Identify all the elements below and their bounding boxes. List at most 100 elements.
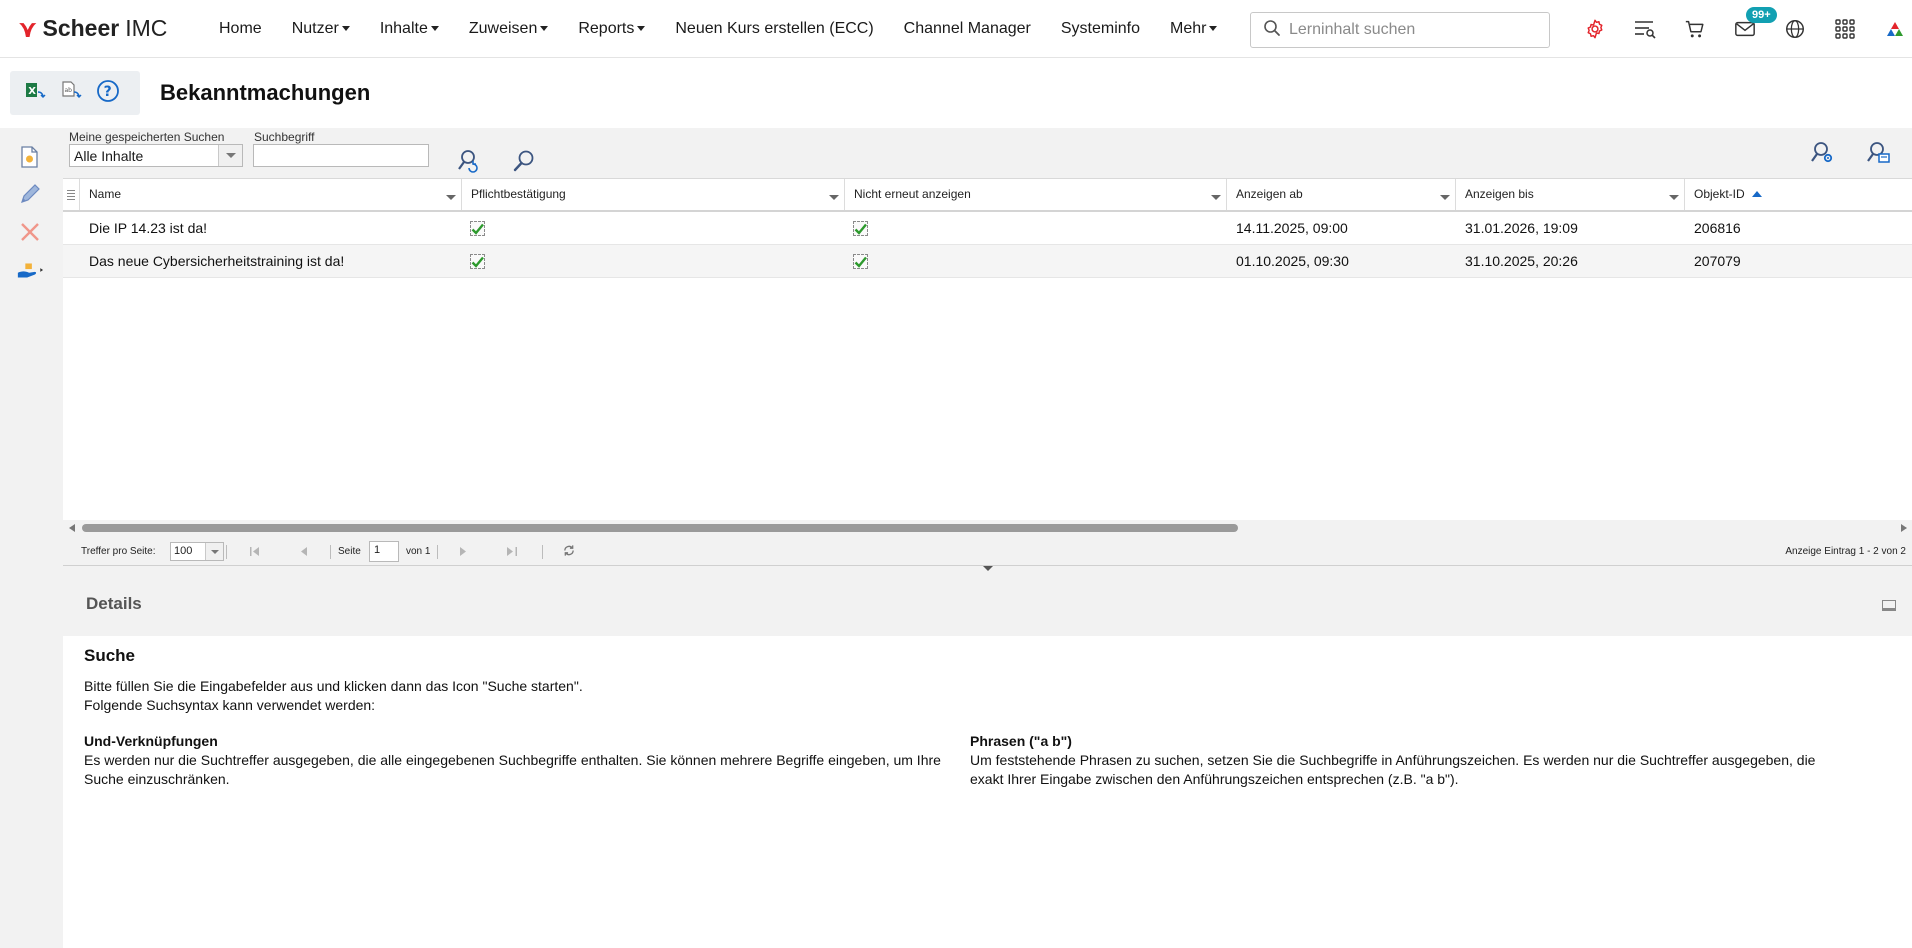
table-header: Name Pflichtbestätigung Nicht erneut anz… <box>63 179 1912 214</box>
search-input[interactable] <box>1289 21 1539 39</box>
column-header-nicht-erneut[interactable]: Nicht erneut anzeigen <box>845 179 1227 214</box>
svg-text:ab: ab <box>65 87 73 94</box>
assign-hand-icon[interactable] <box>16 256 44 284</box>
apps-grid-icon[interactable] <box>1820 12 1870 46</box>
search-term-label: Suchbegriff <box>254 130 315 144</box>
page-count-label: von 1 <box>406 546 431 557</box>
search-help-heading: Suche <box>84 646 136 665</box>
cell-anzeigen-ab: 14.11.2025, 09:00 <box>1236 220 1348 236</box>
content-search[interactable] <box>1250 12 1550 48</box>
header-tools: 99+ <box>1570 7 1912 46</box>
and-title: Und-Verknüpfungen <box>84 733 218 749</box>
column-header-anzeigen-bis[interactable]: Anzeigen bis <box>1456 179 1685 214</box>
phrase-text: Um feststehende Phrasen zu suchen, setze… <box>970 752 1816 787</box>
last-page-icon[interactable] <box>506 546 518 556</box>
svg-text:X: X <box>28 86 36 97</box>
top-navigation: ⋎ Scheer IMC Home Nutzer Inhalte Zuweise… <box>0 0 1912 58</box>
help-line: Folgende Suchsyntax kann verwendet werde… <box>84 697 376 713</box>
nav-channel-manager[interactable]: Channel Manager <box>889 20 1046 38</box>
scrollbar-thumb[interactable] <box>82 524 1238 532</box>
column-header-anzeigen-ab[interactable]: Anzeigen ab <box>1227 179 1456 214</box>
nav-systeminfo[interactable]: Systeminfo <box>1046 20 1155 38</box>
settings-gear-icon[interactable] <box>1570 12 1620 46</box>
saved-searches-select[interactable]: Alle Inhalte <box>69 144 243 167</box>
panel-splitter[interactable] <box>968 566 1008 574</box>
header-toolbar: X ab ? <box>10 71 140 115</box>
help-and-section: Und-Verknüpfungen Es werden nur die Such… <box>84 732 944 789</box>
reset-search-icon[interactable] <box>453 146 483 176</box>
action-sidebar <box>0 128 63 948</box>
help-icon[interactable]: ? <box>96 79 120 108</box>
first-page-icon[interactable] <box>249 546 261 556</box>
advanced-search-settings-icon[interactable] <box>1807 138 1837 168</box>
cell-anzeigen-ab: 01.10.2025, 09:30 <box>1236 253 1349 269</box>
dropdown-arrow-icon[interactable] <box>205 543 223 560</box>
nav-zuweisen[interactable]: Zuweisen <box>454 20 563 38</box>
saved-searches-label: Meine gespeicherten Suchen <box>69 130 225 144</box>
next-page-icon[interactable] <box>457 546 469 556</box>
scheer-logo-mark-icon: ⋎ <box>18 14 38 43</box>
entries-summary: Anzeige Eintrag 1 - 2 von 2 <box>1785 546 1906 557</box>
page-label: Seite <box>338 546 361 557</box>
edit-pencil-icon[interactable] <box>16 180 44 208</box>
main-menu: Home Nutzer Inhalte Zuweisen Reports Neu… <box>204 20 1232 38</box>
document-export-icon[interactable]: ab <box>60 80 82 107</box>
delete-icon[interactable] <box>16 218 44 246</box>
and-text: Es werden nur die Suchtreffer ausgegeben… <box>84 752 941 787</box>
excel-export-icon[interactable]: X <box>24 80 46 107</box>
minimize-panel-icon[interactable] <box>1882 600 1896 611</box>
cell-name: Die IP 14.23 ist da! <box>89 220 208 236</box>
scroll-left-arrow-icon[interactable] <box>69 524 75 532</box>
nav-reports[interactable]: Reports <box>563 20 660 38</box>
nav-nutzer[interactable]: Nutzer <box>277 20 365 38</box>
chevron-down-icon <box>341 26 350 31</box>
logo-brand: Scheer <box>42 15 120 41</box>
logo[interactable]: ⋎ Scheer IMC <box>18 15 204 43</box>
chevron-down-icon <box>1209 26 1218 31</box>
nav-home[interactable]: Home <box>204 20 277 38</box>
new-document-icon[interactable] <box>16 143 44 171</box>
cart-icon[interactable] <box>1670 12 1720 46</box>
search-panel: Meine gespeicherten Suchen Alle Inhalte … <box>63 128 1912 178</box>
brand-app-icon[interactable] <box>1870 12 1912 46</box>
start-search-icon[interactable] <box>509 146 539 176</box>
phrase-title: Phrasen ("a b") <box>970 733 1072 749</box>
table-row[interactable]: Die IP 14.23 ist da! 14.11.2025, 09:00 3… <box>63 212 1912 245</box>
column-menu-handle-icon[interactable] <box>63 179 80 210</box>
previous-page-icon[interactable] <box>298 546 310 556</box>
page-header: X ab ? Bekanntmachungen <box>0 58 1912 128</box>
column-header-pflicht[interactable]: Pflichtbestätigung <box>462 179 845 214</box>
search-term-input[interactable] <box>253 144 429 167</box>
svg-text:?: ? <box>104 84 112 100</box>
cell-objekt-id: 207079 <box>1694 253 1741 269</box>
pagination-bar: Treffer pro Seite: 100 Seite 1 von 1 Anz… <box>63 536 1912 566</box>
scroll-right-arrow-icon[interactable] <box>1901 524 1907 532</box>
dropdown-arrow-icon[interactable] <box>218 145 242 166</box>
learning-list-icon[interactable] <box>1620 12 1670 46</box>
per-page-select[interactable]: 100 <box>170 542 224 561</box>
cell-name: Das neue Cybersicherheitstraining ist da… <box>89 253 345 269</box>
column-header-name[interactable]: Name <box>80 179 462 214</box>
nav-inhalte[interactable]: Inhalte <box>365 20 454 38</box>
checkbox-checked-icon <box>853 221 868 236</box>
cell-anzeigen-bis: 31.01.2026, 19:09 <box>1465 220 1578 236</box>
column-header-objekt-id[interactable]: Objekt-ID <box>1685 179 1912 210</box>
nav-new-course[interactable]: Neuen Kurs erstellen (ECC) <box>660 20 888 38</box>
table-row[interactable]: Das neue Cybersicherheitstraining ist da… <box>63 245 1912 278</box>
globe-icon[interactable] <box>1770 12 1820 46</box>
nav-mehr[interactable]: Mehr <box>1155 20 1232 38</box>
page-number-input[interactable]: 1 <box>369 541 399 562</box>
chevron-down-icon <box>637 26 646 31</box>
mail-icon[interactable]: 99+ <box>1720 7 1777 46</box>
horizontal-scrollbar[interactable] <box>63 520 1912 536</box>
help-phrase-section: Phrasen ("a b") Um feststehende Phrasen … <box>970 732 1850 789</box>
announcements-table: Name Pflichtbestätigung Nicht erneut anz… <box>63 178 1912 520</box>
refresh-icon[interactable] <box>563 544 575 556</box>
details-header: Details <box>63 574 1912 636</box>
saved-search-manage-icon[interactable] <box>1863 138 1893 168</box>
details-title: Details <box>86 594 142 613</box>
per-page-value: 100 <box>174 545 193 557</box>
details-body: Suche Bitte füllen Sie die Eingabefelder… <box>84 646 1884 787</box>
chevron-down-icon <box>430 26 439 31</box>
saved-searches-value: Alle Inhalte <box>74 148 144 164</box>
